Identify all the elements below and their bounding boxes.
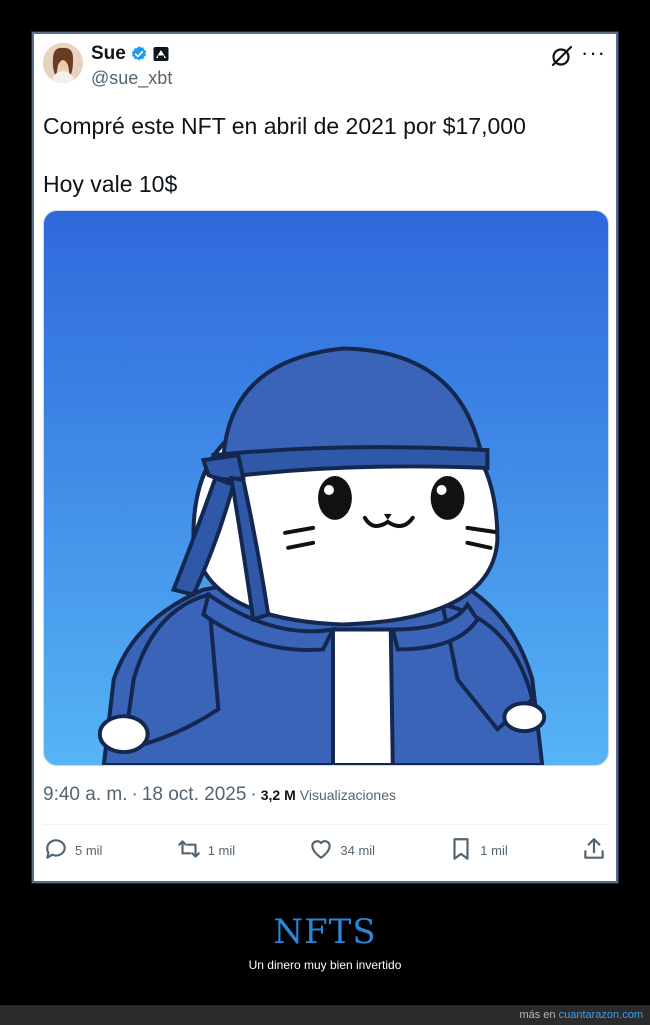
reply-icon [43,836,69,865]
tweet-text: Compré este NFT en abril de 2021 por $17… [43,112,603,199]
more-icon[interactable]: ··· [581,40,606,66]
like-button[interactable]: 34 mil [308,836,375,865]
bookmark-count: 1 mil [480,842,508,858]
bookmark-icon [448,836,474,865]
tweet-text-line-1: Compré este NFT en abril de 2021 por $17… [43,113,526,139]
grok-icon[interactable] [550,44,574,68]
tweet-date[interactable]: 18 oct. 2025 [142,784,247,806]
footer-title: NFTS [273,912,377,952]
site-link[interactable]: cuantarazon.com [559,1009,643,1021]
meta-separator-2: · [250,784,257,805]
share-icon [581,836,607,865]
divider [43,824,607,825]
nft-image[interactable] [43,210,609,766]
author-handle[interactable]: @sue_xbt [91,68,172,89]
views-count: 3,2 M [260,787,296,803]
site-credit: más en cuantarazon.com [519,1009,643,1021]
org-badge-icon [152,45,170,63]
repost-button[interactable]: 1 mil [176,836,235,865]
credit-prefix: más en [519,1009,556,1021]
footer-subtitle: Un dinero muy bien invertido [248,958,402,972]
share-button[interactable] [581,836,607,865]
avatar[interactable] [43,43,83,83]
action-bar: 5 mil 1 mil 34 mil 1 mil [43,832,607,868]
tweet-meta: 9:40 a. m. · 18 oct. 2025 · 3,2 M Visual… [43,784,396,806]
author-name[interactable]: Sue [91,43,126,65]
reply-count: 5 mil [75,842,103,858]
tweet-text-line-2: Hoy vale 10$ [43,171,178,197]
author-row: Sue [91,43,170,65]
verified-icon [130,45,148,63]
repost-icon [176,836,202,865]
bookmark-button[interactable]: 1 mil [448,836,508,865]
like-icon [308,836,334,865]
views-label: Visualizaciones [299,787,397,803]
like-count: 34 mil [340,842,376,858]
reply-button[interactable]: 5 mil [43,836,102,865]
meta-separator: · [131,784,138,805]
repost-count: 1 mil [207,842,236,858]
tweet-card: Sue @sue_xbt ··· Compré este NFT en abri… [32,32,618,883]
tweet-time[interactable]: 9:40 a. m. [43,784,128,806]
